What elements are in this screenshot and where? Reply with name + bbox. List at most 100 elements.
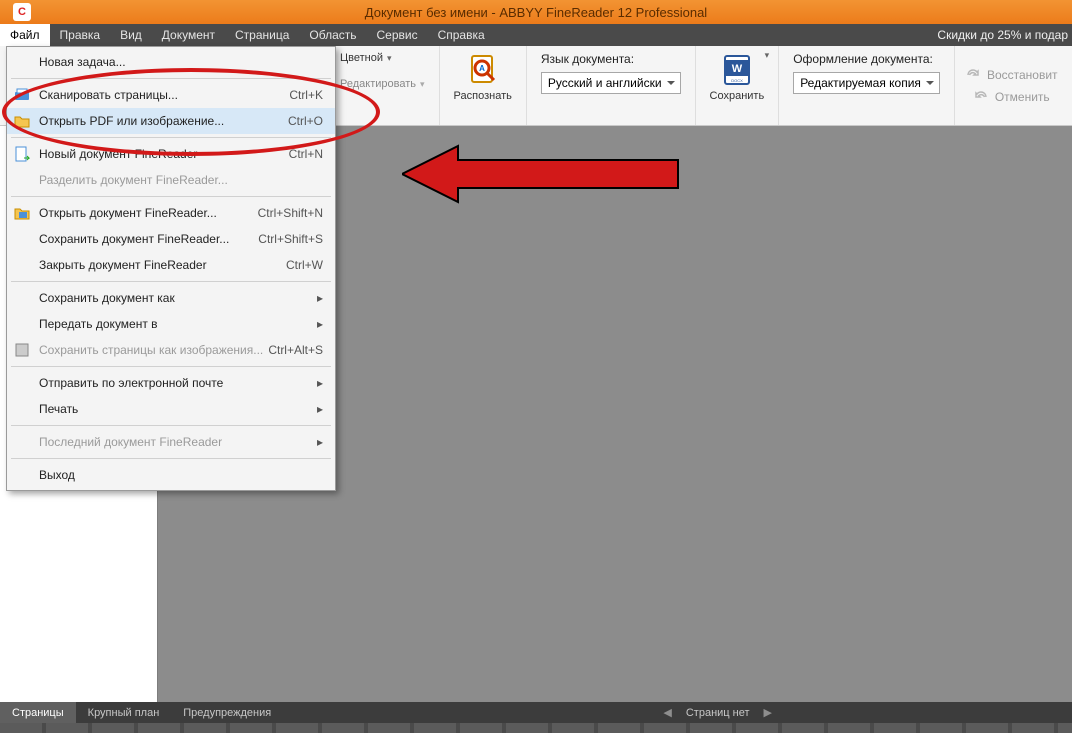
menu-item-label: Сохранить страницы как изображения... bbox=[39, 343, 263, 357]
menu-item-label: Сканировать страницы... bbox=[39, 88, 178, 102]
redo-icon bbox=[965, 67, 981, 83]
file-menu-item: Разделить документ FineReader... bbox=[7, 167, 335, 193]
menu-separator bbox=[11, 196, 331, 197]
file-menu-item: Последний документ FineReader ▸ bbox=[7, 429, 335, 455]
titlebar: C Документ без имени - ABBYY FineReader … bbox=[0, 0, 1072, 24]
restore-button[interactable]: Восстановит bbox=[965, 67, 1058, 83]
menu-item-label: Новая задача... bbox=[39, 55, 126, 69]
menu-separator bbox=[11, 425, 331, 426]
folder-icon bbox=[13, 112, 31, 130]
submenu-arrow-icon: ▸ bbox=[317, 376, 323, 390]
promo-text[interactable]: Скидки до 25% и подар bbox=[937, 28, 1068, 42]
recognize-label: Распознать bbox=[454, 90, 512, 102]
layout-select[interactable]: Редактируемая копия bbox=[793, 72, 940, 94]
toolbar-save-group: W DOCX Сохранить ▾ bbox=[696, 46, 780, 125]
menu-item-label: Сохранить документ как bbox=[39, 291, 175, 305]
menu-item-shortcut: Ctrl+K bbox=[289, 88, 323, 102]
file-menu-item[interactable]: Открыть документ FineReader... Ctrl+Shift… bbox=[7, 200, 335, 226]
menu-item-label: Сохранить документ FineReader... bbox=[39, 232, 229, 246]
status-tab-warnings[interactable]: Предупреждения bbox=[171, 702, 283, 723]
newdoc-icon bbox=[13, 145, 31, 163]
menu-file[interactable]: Файл bbox=[0, 24, 50, 46]
magnifier-page-icon: A bbox=[465, 52, 501, 88]
word-doc-icon: W DOCX bbox=[719, 52, 755, 88]
file-menu-item[interactable]: Сканировать страницы... Ctrl+K bbox=[7, 82, 335, 108]
toolbar-recognize-group: A Распознать bbox=[440, 46, 527, 125]
status-tab-pages[interactable]: Страницы bbox=[0, 702, 76, 723]
scanner-icon bbox=[13, 86, 31, 104]
menu-item-shortcut: Ctrl+Shift+S bbox=[258, 232, 323, 246]
chevron-down-icon[interactable]: ▾ bbox=[765, 50, 770, 61]
toolbar-layout-group: Оформление документа: Редактируемая копи… bbox=[779, 46, 955, 125]
undo-icon bbox=[973, 89, 989, 105]
saveimg-icon bbox=[13, 341, 31, 359]
menu-item-label: Передать документ в bbox=[39, 317, 158, 331]
color-mode-label[interactable]: Цветной bbox=[340, 52, 383, 64]
page-nav: ◀ Страниц нет ▶ bbox=[663, 706, 1072, 719]
edit-mode-label[interactable]: Редактировать bbox=[340, 78, 416, 90]
file-menu-item[interactable]: Передать документ в ▸ bbox=[7, 311, 335, 337]
statusbar: Страницы Крупный план Предупреждения ◀ С… bbox=[0, 702, 1072, 723]
menu-area[interactable]: Область bbox=[299, 24, 366, 46]
chevron-down-icon: ▾ bbox=[420, 79, 425, 90]
chevron-down-icon: ▾ bbox=[387, 53, 392, 64]
menu-item-label: Открыть PDF или изображение... bbox=[39, 114, 224, 128]
page-nav-text: Страниц нет bbox=[686, 707, 750, 719]
submenu-arrow-icon: ▸ bbox=[317, 291, 323, 305]
menu-item-label: Выход bbox=[39, 468, 75, 482]
save-button[interactable]: W DOCX Сохранить bbox=[710, 52, 765, 102]
toolbar-undo-group: Восстановит Отменить bbox=[955, 46, 1068, 125]
file-menu-item[interactable]: Выход bbox=[7, 462, 335, 488]
svg-text:A: A bbox=[479, 64, 485, 73]
recognize-button[interactable]: A Распознать bbox=[454, 52, 512, 102]
menu-separator bbox=[11, 78, 331, 79]
menu-item-label: Новый документ FineReader bbox=[39, 147, 197, 161]
menu-item-shortcut: Ctrl+O bbox=[288, 114, 323, 128]
svg-text:DOCX: DOCX bbox=[731, 78, 743, 83]
menu-separator bbox=[11, 458, 331, 459]
menu-item-label: Печать bbox=[39, 402, 78, 416]
submenu-arrow-icon: ▸ bbox=[317, 435, 323, 449]
openfr-icon bbox=[13, 204, 31, 222]
file-menu-item[interactable]: Сохранить документ FineReader... Ctrl+Shi… bbox=[7, 226, 335, 252]
menu-service[interactable]: Сервис bbox=[367, 24, 428, 46]
menu-item-label: Разделить документ FineReader... bbox=[39, 173, 228, 187]
file-menu-dropdown: Новая задача... Сканировать страницы... Ct… bbox=[6, 46, 336, 491]
file-menu-item[interactable]: Печать ▸ bbox=[7, 396, 335, 422]
layout-caption: Оформление документа: bbox=[793, 52, 933, 66]
file-menu-item[interactable]: Новый документ FineReader Ctrl+N bbox=[7, 141, 335, 167]
toolbar-language-group: Язык документа: Русский и английски bbox=[527, 46, 696, 125]
status-tab-zoom[interactable]: Крупный план bbox=[76, 702, 172, 723]
menu-page[interactable]: Страница bbox=[225, 24, 299, 46]
menu-document[interactable]: Документ bbox=[152, 24, 225, 46]
menu-view[interactable]: Вид bbox=[110, 24, 152, 46]
prev-page-icon[interactable]: ◀ bbox=[663, 706, 671, 719]
submenu-arrow-icon: ▸ bbox=[317, 317, 323, 331]
file-menu-item[interactable]: Новая задача... bbox=[7, 49, 335, 75]
menu-separator bbox=[11, 137, 331, 138]
next-page-icon[interactable]: ▶ bbox=[764, 706, 772, 719]
file-menu-item[interactable]: Открыть PDF или изображение... Ctrl+O bbox=[7, 108, 335, 134]
submenu-arrow-icon: ▸ bbox=[317, 402, 323, 416]
menu-item-shortcut: Ctrl+Alt+S bbox=[268, 343, 323, 357]
menu-help[interactable]: Справка bbox=[428, 24, 495, 46]
menu-item-shortcut: Ctrl+W bbox=[286, 258, 323, 272]
save-label: Сохранить bbox=[710, 90, 765, 102]
undo-button[interactable]: Отменить bbox=[973, 89, 1050, 105]
language-caption: Язык документа: bbox=[541, 52, 634, 66]
language-select[interactable]: Русский и английски bbox=[541, 72, 681, 94]
file-menu-item[interactable]: Отправить по электронной почте▸ bbox=[7, 370, 335, 396]
menu-item-label: Последний документ FineReader bbox=[39, 435, 222, 449]
menu-item-shortcut: Ctrl+N bbox=[289, 147, 323, 161]
menu-item-label: Открыть документ FineReader... bbox=[39, 206, 217, 220]
file-menu-item[interactable]: Сохранить документ как ▸ bbox=[7, 285, 335, 311]
window-title: Документ без имени - ABBYY FineReader 12… bbox=[0, 5, 1072, 20]
menu-separator bbox=[11, 281, 331, 282]
toolbar-mode-group: Цветной ▾ Редактировать ▾ bbox=[336, 46, 440, 125]
menubar: Файл Правка Вид Документ Страница Област… bbox=[0, 24, 1072, 46]
menu-item-shortcut: Ctrl+Shift+N bbox=[258, 206, 323, 220]
menu-edit[interactable]: Правка bbox=[50, 24, 111, 46]
menu-item-label: Закрыть документ FineReader bbox=[39, 258, 207, 272]
file-menu-item[interactable]: Закрыть документ FineReader Ctrl+W bbox=[7, 252, 335, 278]
svg-text:W: W bbox=[732, 63, 743, 75]
